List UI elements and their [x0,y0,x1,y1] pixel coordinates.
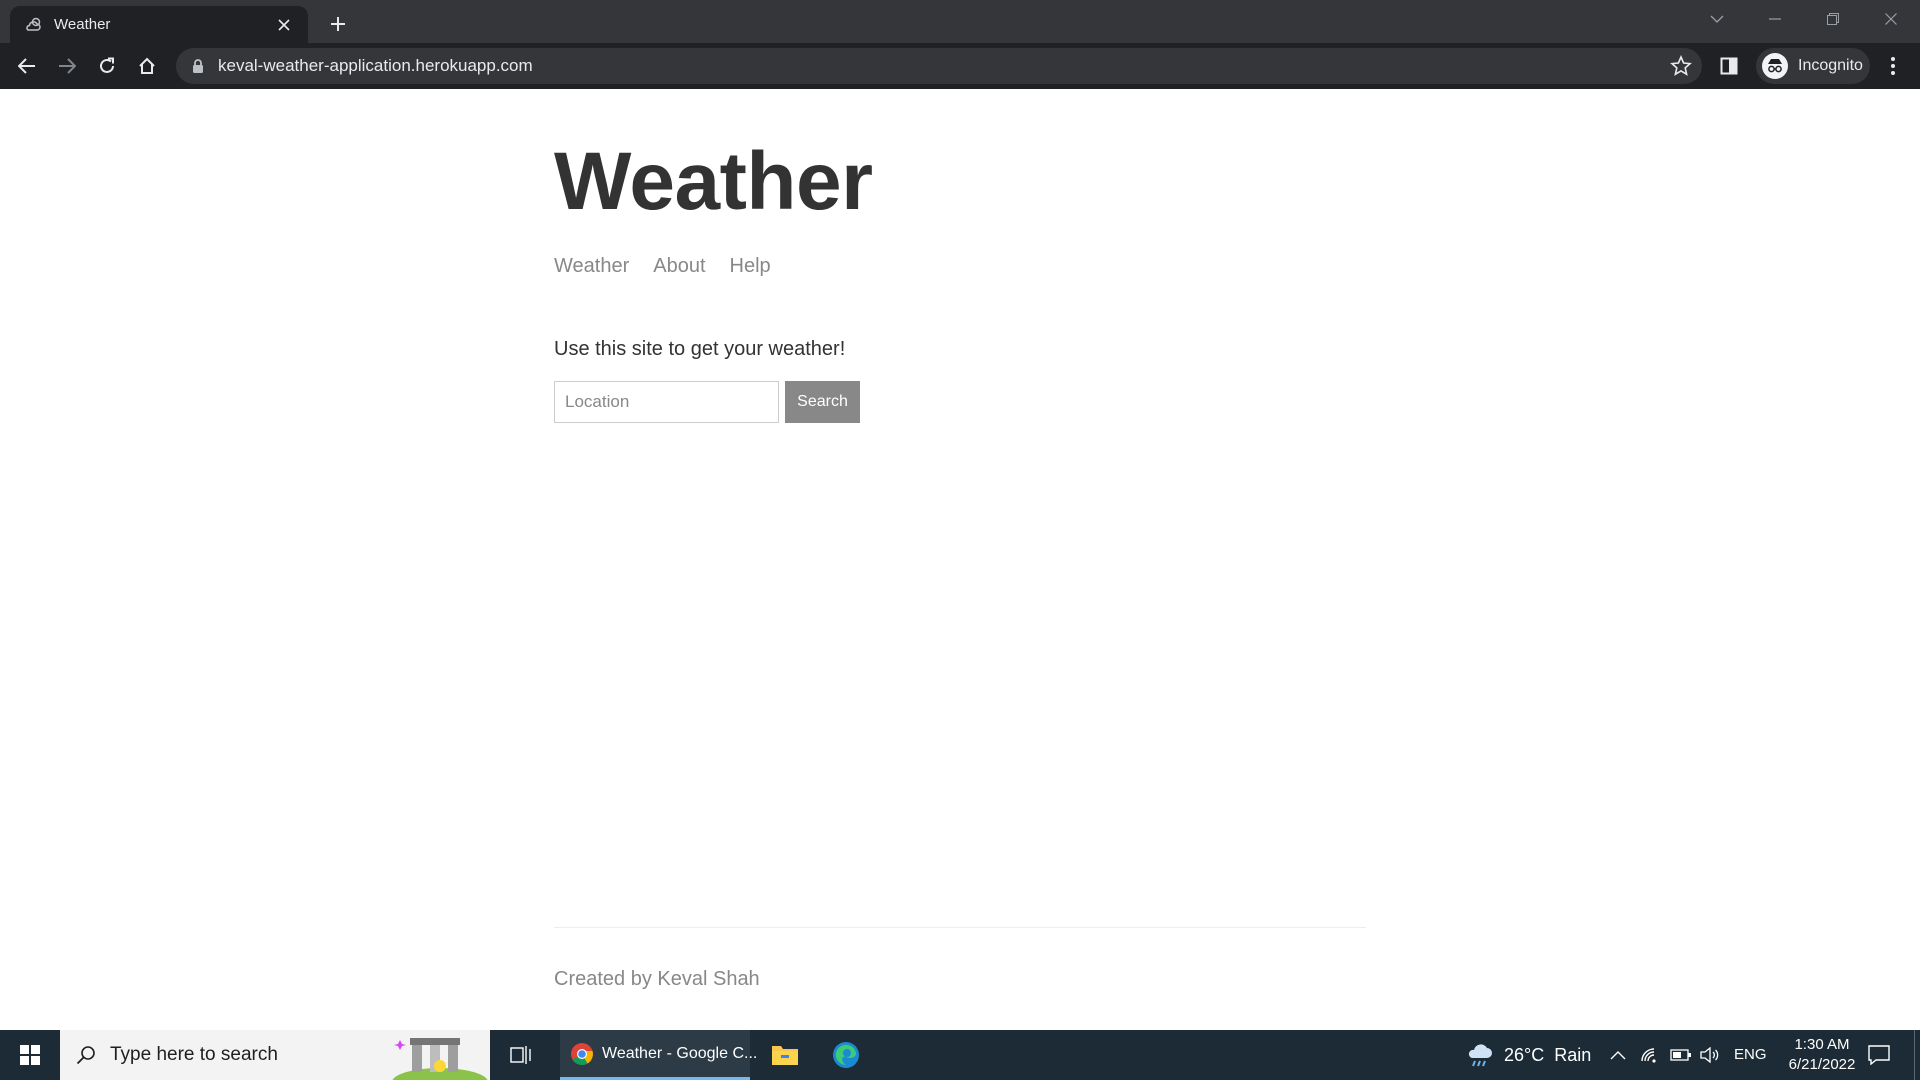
task-view-icon[interactable] [506,1040,536,1070]
rain-cloud-icon [1466,1042,1494,1068]
bookmark-star-icon[interactable] [1670,55,1692,77]
url-text[interactable]: keval-weather-application.herokuapp.com [218,48,533,84]
taskbar-search-placeholder: Type here to search [110,1044,278,1065]
show-hidden-icons-chevron-icon[interactable] [1610,1030,1626,1080]
incognito-label: Incognito [1798,57,1863,74]
clock-time: 1:30 AM [1794,1036,1850,1053]
battery-icon[interactable] [1670,1030,1692,1080]
footer-text: Created by Keval Shah [554,968,760,990]
taskbar-chrome-app[interactable]: Weather - Google C... [560,1030,757,1080]
close-tab-icon[interactable] [274,15,294,35]
site-title: Weather [554,136,873,227]
weather-widget-text: 26°C Rain [1504,1044,1592,1065]
nav-link-about[interactable]: About [653,255,705,278]
reload-icon[interactable] [91,50,123,82]
volume-icon[interactable] [1700,1030,1720,1080]
site-nav: Weather About Help [554,255,771,278]
incognito-profile-button[interactable]: Incognito [1756,48,1870,84]
location-input[interactable] [554,381,779,423]
taskbar-clock[interactable]: 1:30 AM 6/21/2022 [1772,1035,1872,1075]
file-explorer-icon[interactable] [769,1039,801,1071]
edge-icon[interactable] [830,1039,862,1071]
windows-start-icon[interactable] [0,1030,60,1080]
more-menu-icon[interactable] [1877,50,1909,82]
intro-text: Use this site to get your weather! [554,338,846,360]
forward-arrow-icon[interactable] [51,50,83,82]
search-highlight-illustration-icon[interactable] [390,1030,490,1080]
windows-taskbar: Type here to search Weather - Google C..… [0,1030,1920,1080]
network-icon[interactable] [1640,1030,1658,1080]
taskbar-weather-widget[interactable]: 26°C Rain [1466,1030,1591,1080]
tab-title: Weather [54,16,111,33]
footer-divider [554,927,1366,928]
input-language-indicator[interactable]: ENG [1734,1030,1767,1080]
show-desktop-button[interactable] [1914,1030,1920,1080]
minimize-icon[interactable] [1752,4,1798,34]
taskbar-search-box[interactable]: Type here to search [60,1030,490,1080]
web-page: Weather Weather About Help Use this site… [0,89,1920,1030]
browser-tab-strip: Weather [0,0,1920,43]
search-button[interactable]: Search [785,381,860,423]
restore-icon[interactable] [1810,4,1856,34]
taskbar-app-label: Weather - Google C... [602,1044,758,1062]
side-panel-icon[interactable] [1713,50,1745,82]
search-icon [76,1045,96,1065]
clock-date: 6/21/2022 [1788,1056,1856,1073]
weather-search-form: Search [554,381,860,423]
chrome-icon [570,1042,594,1066]
browser-toolbar: keval-weather-application.herokuapp.com … [0,43,1920,89]
lock-icon[interactable] [192,58,204,74]
close-window-icon[interactable] [1868,4,1914,34]
notification-center-icon[interactable] [1864,1040,1894,1070]
tab-search-chevron-icon[interactable] [1694,4,1740,34]
nav-link-help[interactable]: Help [730,255,771,278]
browser-tab[interactable]: Weather [10,6,308,43]
address-bar[interactable]: keval-weather-application.herokuapp.com [176,48,1702,84]
incognito-icon [1762,53,1788,79]
weather-favicon-icon [24,15,44,35]
home-icon[interactable] [131,50,163,82]
back-arrow-icon[interactable] [11,50,43,82]
new-tab-icon[interactable] [324,10,352,38]
nav-link-weather[interactable]: Weather [554,255,629,278]
